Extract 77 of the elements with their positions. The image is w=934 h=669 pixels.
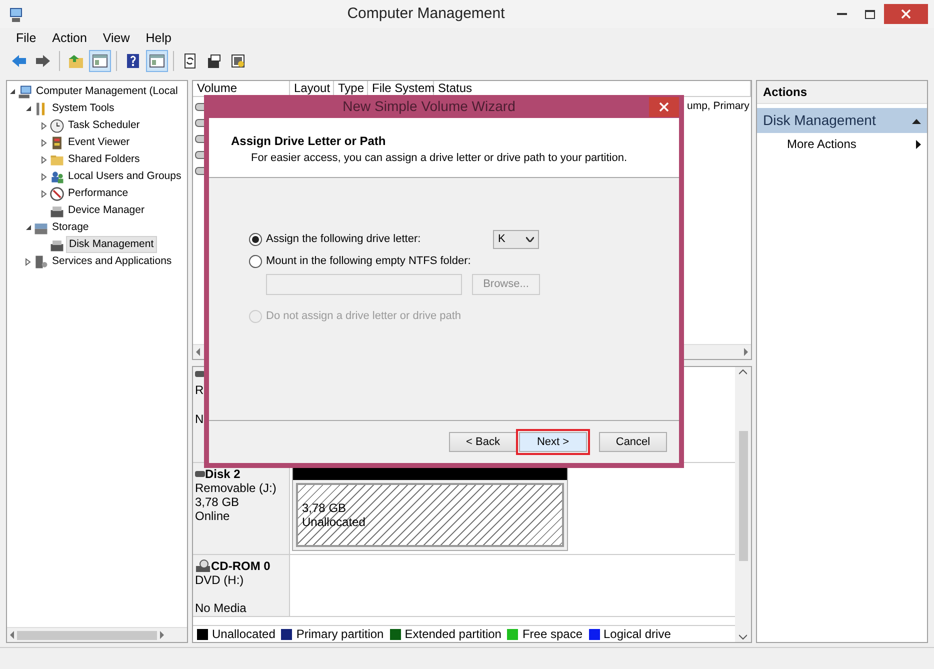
gauge-icon [49, 186, 65, 202]
toolbar-button[interactable] [146, 50, 168, 72]
legend-label: Unallocated [212, 626, 276, 643]
menu-item[interactable]: Action [44, 28, 95, 48]
wizard-description: For easier access, you can assign a drive letter or drive path to your partition. [250, 151, 628, 166]
properties-icon [206, 53, 222, 69]
services-icon [33, 254, 49, 270]
submenu-arrow-icon [916, 140, 921, 148]
panel-icon [149, 53, 165, 69]
menu-item[interactable]: View [94, 28, 138, 48]
back-button[interactable]: < Back [449, 432, 517, 452]
radio-button[interactable] [249, 254, 262, 268]
collapse-arrow-icon [912, 118, 921, 124]
cd-drive-icon [195, 559, 211, 573]
settings-icon [230, 53, 246, 69]
disk-detail: R [195, 383, 205, 397]
scroll-bar[interactable] [7, 627, 187, 642]
radio-button[interactable] [249, 232, 262, 246]
disk-detail: Online [195, 509, 231, 523]
partition-block[interactable]: 3,78 GB Unallocated [292, 466, 568, 551]
legend-label: Extended partition [404, 626, 502, 643]
next-button[interactable]: Next > [519, 432, 587, 452]
tree-item[interactable]: Local Users and Groups [66, 168, 184, 184]
disk-detail: DVD (H:) [195, 573, 245, 587]
tree-item[interactable]: Task Scheduler [66, 118, 142, 134]
disk-detail: N [195, 412, 205, 426]
action-link[interactable]: More Actions [757, 133, 927, 155]
tree-item[interactable]: Computer Management (Local [34, 84, 180, 100]
close-icon [659, 102, 669, 112]
wizard-heading: Assign Drive Letter or Path [231, 133, 387, 150]
drive-letter-dropdown[interactable]: K [493, 230, 539, 248]
legend-label: Free space [522, 626, 582, 643]
disk-detail: 3,78 GB [195, 495, 240, 509]
radio-label[interactable]: Mount in the following empty NTFS folder: [266, 252, 471, 270]
disk-detail: Removable (J:) [195, 481, 278, 495]
pane-title: Actions [757, 81, 927, 104]
tree-item[interactable]: Storage [50, 220, 91, 236]
close-button[interactable] [649, 96, 679, 116]
disk-name: CD-ROM 0 [211, 559, 270, 573]
tree-item[interactable]: Device Manager [66, 202, 146, 218]
partition-size: 3,78 GB [302, 501, 348, 515]
back-arrow-icon [11, 53, 27, 69]
tree-item[interactable]: Disk Management [66, 236, 157, 254]
cancel-button[interactable]: Cancel [599, 432, 667, 452]
minimize-icon [837, 13, 847, 15]
computer-icon [17, 84, 33, 100]
computer-icon [8, 6, 24, 23]
radio-label: Do not assign a drive letter or drive path [266, 308, 462, 324]
close-icon [901, 9, 911, 19]
maximize-icon [865, 10, 875, 18]
dialog-title: New Simple Volume Wizard [342, 97, 516, 116]
legend-label: Primary partition [296, 626, 384, 643]
disk-status: No Media [195, 601, 248, 615]
folder-icon [68, 53, 84, 69]
clock-icon [49, 118, 65, 134]
tree-item[interactable]: Performance [66, 186, 130, 202]
tree-item[interactable]: Event Viewer [66, 134, 132, 150]
users-icon [49, 168, 65, 184]
window-title: Computer Management [346, 4, 506, 24]
menu-item[interactable]: Help [138, 28, 180, 48]
help-icon [125, 53, 141, 69]
table-cell-text: ump, Primary [687, 99, 750, 114]
refresh-icon [182, 53, 198, 69]
menu-item[interactable]: File [8, 28, 44, 48]
scroll-bar[interactable] [735, 367, 751, 642]
tree-item[interactable]: Shared Folders [66, 152, 142, 168]
disk-name: Disk 2 [205, 467, 240, 481]
partition-label: Unallocated [302, 515, 366, 529]
toolbar-button[interactable] [89, 50, 111, 72]
legend-label: Logical drive [604, 626, 671, 643]
tree-item[interactable]: Services and Applications [50, 254, 174, 270]
close-button[interactable] [884, 4, 928, 24]
radio-label[interactable]: Assign the following drive letter: [266, 230, 421, 248]
action-group-header[interactable]: Disk Management [757, 108, 927, 133]
tree-item[interactable]: System Tools [50, 100, 116, 116]
panel-icon [92, 53, 108, 69]
forward-arrow-icon [35, 53, 51, 69]
